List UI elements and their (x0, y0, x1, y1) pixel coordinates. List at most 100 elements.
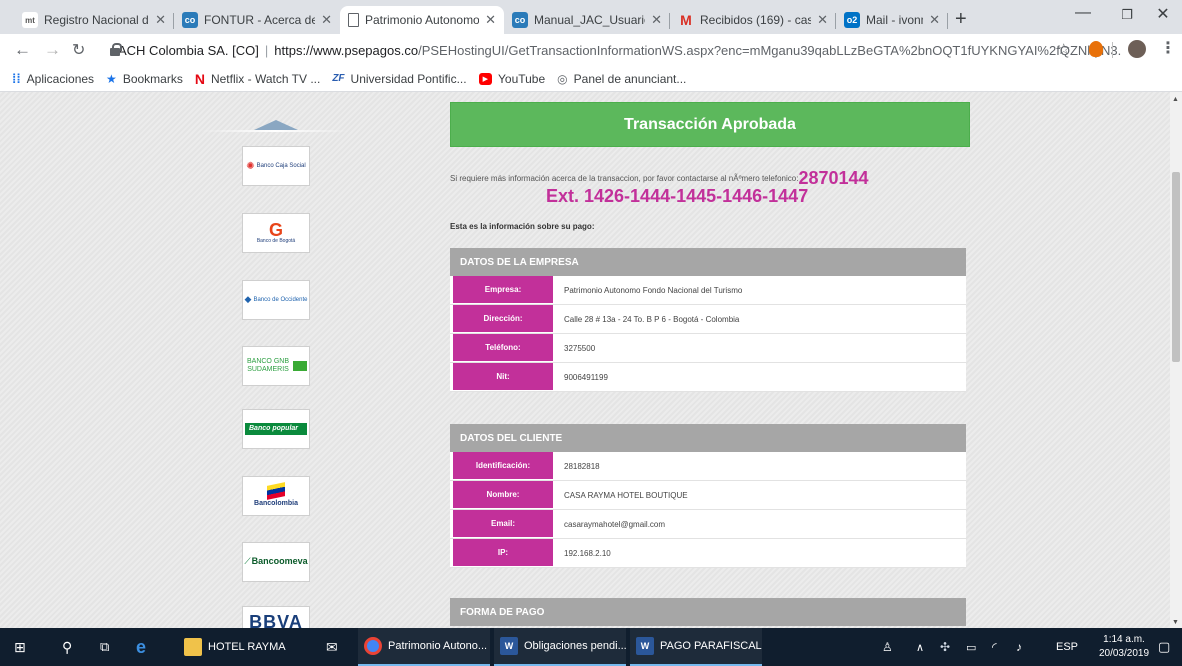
close-tab-icon[interactable]: ✕ (651, 12, 662, 28)
mail-icon[interactable]: ✉ (326, 628, 338, 666)
reload-icon[interactable]: ↻ (72, 40, 85, 60)
diamond-icon: ◆ (244, 294, 252, 305)
bookmark-star-icon[interactable]: ☆ (1057, 40, 1070, 58)
edge-icon[interactable]: e (136, 628, 146, 666)
bancoomeva-logo-icon: ⟋ (244, 556, 251, 567)
grid-icon: ⁞⁞ (12, 71, 21, 86)
row-label: Dirección: (453, 305, 553, 333)
minimize-icon[interactable]: — (1060, 4, 1106, 22)
tab-registro[interactable]: mt Registro Nacional de Tu ✕ (14, 6, 174, 34)
taskbar-app-hotel-rayma[interactable]: HOTEL RAYMA (178, 628, 306, 666)
status-banner: Transacción Aprobada (450, 102, 970, 147)
close-tab-icon[interactable]: ✕ (485, 12, 496, 28)
search-icon[interactable]: ⚲ (62, 628, 72, 666)
page-viewport: ✺ Banco Caja Social G Banco de Bogotá ◆ … (0, 92, 1170, 628)
bank-logo-popular[interactable]: Banco popular (242, 409, 310, 449)
carousel-up-arrow-icon[interactable] (254, 120, 298, 130)
row-label: Nit: (453, 363, 553, 391)
people-icon[interactable]: ♙ (882, 628, 893, 666)
bank-logo-gnb[interactable]: BANCO GNB SUDAMERIS (242, 346, 310, 386)
bank-logo-caja-social[interactable]: ✺ Banco Caja Social (242, 146, 310, 186)
extension-icon[interactable] (1089, 41, 1103, 57)
bookmark-bookmarks[interactable]: ★ Bookmarks (106, 72, 183, 86)
university-icon: ZF (332, 73, 345, 84)
bookmark-panel[interactable]: ◎ Panel de anunciant... (557, 72, 686, 86)
language-indicator[interactable]: ESP (1056, 628, 1078, 666)
gmail-favicon-icon: M (680, 12, 692, 28)
bank-logo-bogota[interactable]: G Banco de Bogotá (242, 213, 310, 253)
word-icon: W (500, 637, 518, 655)
row-value: 9006491199 (564, 372, 608, 382)
row-value: CASA RAYMA HOTEL BOUTIQUE (564, 490, 688, 500)
url-host: https://www.psepagos.co (274, 42, 419, 58)
close-tab-icon[interactable]: ✕ (155, 12, 166, 28)
tab-patrimonio-active[interactable]: Patrimonio Autonomo ✕ (340, 6, 504, 34)
windows-start-icon[interactable]: ⊞ (14, 628, 26, 666)
bookmark-aplicaciones[interactable]: ⁞⁞ Aplicaciones (12, 71, 94, 86)
word-icon: W (636, 637, 654, 655)
section-heading: FORMA DE PAGO (450, 598, 966, 626)
scrollbar-thumb[interactable] (1172, 172, 1180, 362)
close-tab-icon[interactable]: ✕ (817, 12, 828, 28)
bookmark-netflix[interactable]: N Netflix - Watch TV ... (195, 71, 320, 87)
bookmarks-bar: ⁞⁞ Aplicaciones ★ Bookmarks N Netflix - … (0, 66, 1182, 92)
wifi-icon[interactable]: ◜ (992, 628, 997, 666)
bookmark-label: Bookmarks (122, 71, 183, 86)
tab-fontur[interactable]: co FONTUR - Acerca de la ✕ (174, 6, 340, 34)
fontur-favicon-icon: co (182, 12, 198, 28)
toolbar-divider (1112, 42, 1113, 58)
table-row: Dirección: Calle 28 # 13a - 24 To. B P 6… (450, 305, 966, 334)
bookmark-label: Aplicaciones (26, 71, 95, 86)
page-scrollbar[interactable]: ▲ ▼ (1170, 92, 1182, 628)
cliente-section: DATOS DEL CLIENTE Identificación: 281828… (450, 424, 966, 568)
tab-title: Recibidos (169) - casara (700, 13, 812, 27)
bank-label: Banco popular (245, 423, 307, 435)
tab-mail[interactable]: o2 Mail - ivonne paola hin ✕ (836, 6, 948, 34)
bank-label: BBVA (249, 612, 303, 628)
tab-title: Manual_JAC_Usuarios.p (534, 13, 645, 27)
section-heading: DATOS DEL CLIENTE (450, 424, 966, 452)
battery-icon[interactable]: ▭ (966, 628, 976, 666)
back-arrow-icon[interactable]: ← (14, 40, 31, 60)
clock-date: 20/03/2019 (1098, 648, 1150, 659)
bank-carousel: ✺ Banco Caja Social G Banco de Bogotá ◆ … (0, 92, 420, 628)
bank-label: Banco Caja Social (256, 162, 306, 169)
taskbar-app-word-pago[interactable]: W PAGO PARAFISCAL ... (630, 628, 762, 666)
new-tab-plus-icon[interactable]: + (955, 8, 967, 31)
bank-logo-bancoomeva[interactable]: ⟋ Bancoomeva (242, 542, 310, 582)
chrome-icon (364, 637, 382, 655)
bookmark-universidad[interactable]: ZF Universidad Pontific... (332, 72, 466, 86)
taskbar-app-chrome[interactable]: Patrimonio Autono... (358, 628, 490, 666)
scroll-up-icon[interactable]: ▲ (1172, 96, 1179, 103)
empresa-section: DATOS DE LA EMPRESA Empresa: Patrimonio … (450, 248, 966, 392)
taskbar-app-word-obligaciones[interactable]: W Obligaciones pendi... (494, 628, 626, 666)
bookmark-youtube[interactable]: ▶ YouTube (478, 71, 546, 86)
bookmark-label: YouTube (498, 71, 546, 86)
bank-logo-bbva[interactable]: BBVA (242, 606, 310, 628)
address-bar[interactable]: ACH Colombia SA. [CO] | https://www.psep… (100, 38, 1122, 62)
system-clock[interactable]: 1:14 a.m. 20/03/2019 (1098, 633, 1150, 661)
tab-title: Patrimonio Autonomo (365, 13, 480, 27)
close-tab-icon[interactable]: ✕ (929, 12, 940, 28)
clock-time: 1:14 a.m. (1103, 634, 1145, 645)
row-value: Patrimonio Autonomo Fondo Nacional del T… (564, 285, 743, 295)
table-row: Empresa: Patrimonio Autonomo Fondo Nacio… (450, 276, 966, 305)
close-tab-icon[interactable]: ✕ (321, 12, 332, 28)
bank-logo-occidente[interactable]: ◆ Banco de Occidente (242, 280, 310, 320)
forward-arrow-icon[interactable]: → (44, 40, 61, 60)
scroll-down-icon[interactable]: ▼ (1172, 619, 1179, 626)
notifications-icon[interactable]: ▢ (1158, 628, 1170, 666)
tab-gmail[interactable]: M Recibidos (169) - casara ✕ (670, 6, 836, 34)
profile-avatar[interactable] (1128, 40, 1146, 58)
menu-kebab-icon[interactable]: ⋮ (1160, 38, 1176, 58)
bookmark-label: Netflix - Watch TV ... (210, 71, 321, 86)
close-window-icon[interactable]: ✕ (1140, 4, 1182, 24)
volume-icon[interactable]: ♪ (1016, 628, 1022, 666)
payment-intro: Esta es la información sobre su pago: (450, 222, 595, 231)
tab-manual[interactable]: co Manual_JAC_Usuarios.p ✕ (504, 6, 670, 34)
bank-logo-bancolombia[interactable]: Bancolombia (242, 476, 310, 516)
chevron-up-icon[interactable]: ∧ (916, 628, 924, 666)
bank-label: Bancoomeva (251, 556, 308, 567)
task-view-icon[interactable]: ⧉ (100, 628, 109, 666)
dropbox-icon[interactable]: ✣ (940, 628, 950, 666)
